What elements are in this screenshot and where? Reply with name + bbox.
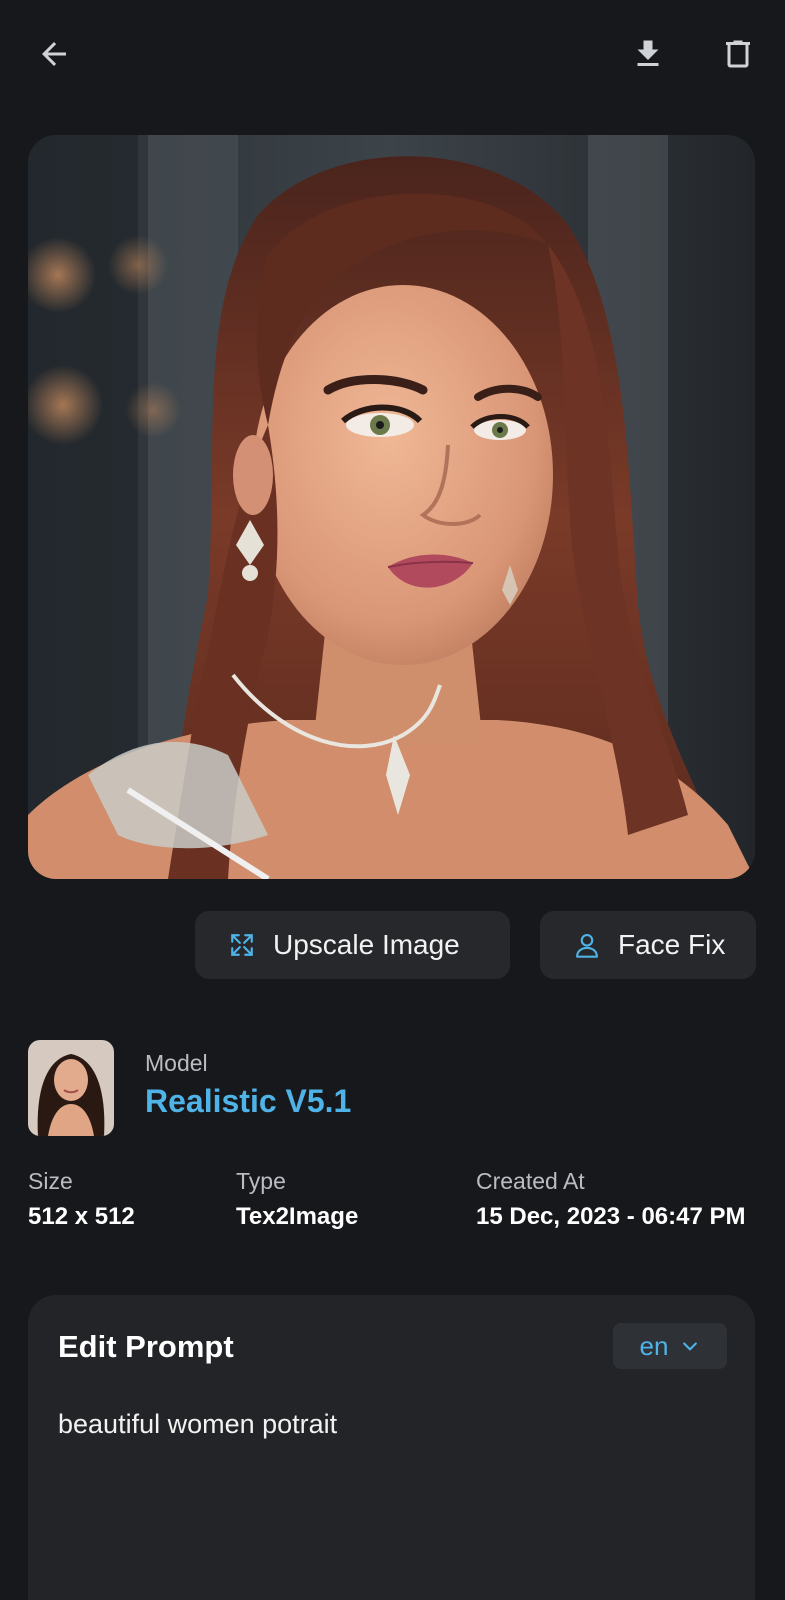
language-select[interactable]: en <box>613 1323 727 1369</box>
expand-arrows-icon <box>227 930 257 960</box>
created-at-value: 15 Dec, 2023 - 06:47 PM <box>476 1203 746 1230</box>
model-name[interactable]: Realistic V5.1 <box>145 1083 351 1120</box>
back-button[interactable] <box>26 26 82 82</box>
arrow-left-icon <box>42 42 66 66</box>
model-caption: Model <box>145 1050 208 1076</box>
edit-prompt-card: Edit Prompt en beautiful women potrait <box>28 1295 755 1600</box>
image-detail-screen: Upscale Image Face Fix Model Realistic V… <box>0 0 785 1600</box>
size-value: 512 x 512 <box>28 1203 135 1230</box>
created-at-label: Created At <box>476 1168 585 1194</box>
upscale-image-label: Upscale Image <box>273 929 460 960</box>
face-fix-button[interactable]: Face Fix <box>540 911 756 979</box>
size-label: Size <box>28 1168 73 1194</box>
type-value: Tex2Image <box>236 1203 359 1230</box>
download-icon <box>637 40 659 66</box>
edit-prompt-title: Edit Prompt <box>58 1329 234 1364</box>
type-label: Type <box>236 1168 286 1194</box>
user-icon <box>572 930 602 960</box>
face-fix-label: Face Fix <box>618 929 726 960</box>
generated-image[interactable] <box>28 135 755 879</box>
delete-button[interactable] <box>710 26 766 82</box>
model-thumbnail <box>28 1040 114 1136</box>
download-button[interactable] <box>620 26 676 82</box>
top-bar <box>0 0 785 110</box>
chevron-down-icon <box>683 1342 698 1351</box>
language-value: en <box>639 1330 669 1361</box>
upscale-image-button[interactable]: Upscale Image <box>195 911 510 979</box>
prompt-input[interactable]: beautiful women potrait <box>58 1409 725 1440</box>
trash-icon <box>726 40 750 68</box>
